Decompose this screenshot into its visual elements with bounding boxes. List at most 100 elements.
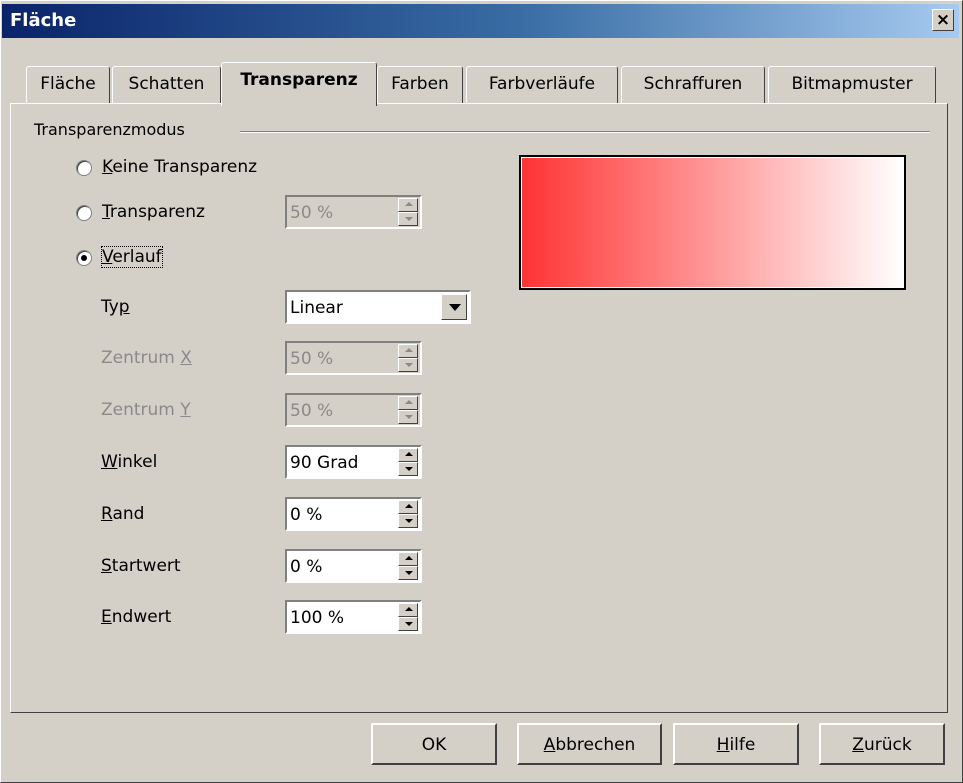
- accesskey: W: [101, 452, 118, 472]
- button-label: OK: [421, 735, 447, 755]
- tab-schatten[interactable]: Schatten: [112, 66, 221, 103]
- field-value: 100 %: [290, 608, 345, 628]
- tab-schraffuren[interactable]: Schraffuren: [621, 66, 765, 103]
- accesskey: Y: [180, 400, 191, 420]
- accesskey: V: [102, 247, 113, 267]
- tab-label: Bitmapmuster: [791, 74, 913, 94]
- help-button[interactable]: Hilfe: [673, 723, 799, 765]
- label-text: ndwert: [111, 607, 172, 627]
- transparency-spinfield[interactable]: 50 %: [285, 195, 422, 229]
- dropdown-button[interactable]: [441, 294, 467, 320]
- close-button[interactable]: ×: [932, 9, 954, 31]
- accesskey: E: [101, 607, 112, 627]
- type-select[interactable]: Linear: [285, 290, 471, 324]
- close-icon: ×: [935, 10, 951, 30]
- center-y-label: Zentrum Y: [101, 400, 191, 420]
- spin-down-icon: [405, 363, 413, 367]
- spin-down-icon: [405, 467, 413, 471]
- button-label: urück: [863, 735, 912, 755]
- radio-gradient-label[interactable]: Verlauf: [101, 246, 163, 268]
- dialog-title: Fläche: [10, 10, 77, 31]
- tab-transparenz[interactable]: Transparenz: [221, 62, 377, 106]
- start-value-label: Startwert: [101, 556, 181, 576]
- center-x-label: Zentrum X: [101, 348, 192, 368]
- radio-no-transparency[interactable]: [76, 160, 92, 176]
- label-text: Zentrum: [101, 400, 181, 420]
- field-value: 50 %: [290, 401, 334, 421]
- tab-label: Fläche: [40, 74, 96, 94]
- border-spinfield[interactable]: 0 %: [285, 497, 422, 531]
- reset-button[interactable]: Zurück: [819, 723, 945, 765]
- border-label: Rand: [101, 504, 144, 524]
- angle-spinfield[interactable]: 90 Grad: [285, 445, 422, 479]
- accesskey: Z: [852, 735, 864, 755]
- angle-label: Winkel: [101, 452, 157, 472]
- tab-label: Transparenz: [240, 70, 358, 90]
- spin-down-icon: [405, 519, 413, 523]
- tab-label: Schraffuren: [643, 74, 743, 94]
- tab-label: Farbverläufe: [488, 74, 596, 94]
- spin-down-icon: [405, 622, 413, 626]
- accesskey: T: [102, 202, 110, 222]
- spin-up-icon: [405, 348, 413, 352]
- label-text: tartwert: [111, 556, 181, 576]
- spin-buttons[interactable]: [398, 198, 418, 226]
- accesskey: H: [716, 735, 730, 755]
- radio-no-transparency-label[interactable]: Keine Transparenz: [102, 157, 257, 177]
- spin-down-icon: [405, 571, 413, 575]
- spin-buttons[interactable]: [398, 396, 418, 424]
- group-separator: [240, 131, 930, 133]
- button-label: bbrechen: [555, 735, 636, 755]
- tab-flaeche[interactable]: Fläche: [26, 66, 110, 103]
- tab-label: Farben: [391, 74, 449, 94]
- accesskey: R: [101, 504, 113, 524]
- gradient-preview-fill: [522, 158, 903, 287]
- accesskey: S: [101, 556, 112, 576]
- accesskey: K: [102, 157, 113, 177]
- spin-up-icon: [405, 452, 413, 456]
- spin-buttons[interactable]: [398, 603, 418, 631]
- end-value-spinfield[interactable]: 100 %: [285, 600, 422, 634]
- center-x-spinfield[interactable]: 50 %: [285, 341, 422, 375]
- spin-buttons[interactable]: [398, 344, 418, 372]
- spin-up-icon: [405, 556, 413, 560]
- tab-bitmapmuster[interactable]: Bitmapmuster: [768, 66, 936, 103]
- spin-up-icon: [405, 400, 413, 404]
- radio-transparency[interactable]: [76, 205, 92, 221]
- title-bar[interactable]: Fläche ×: [2, 4, 959, 38]
- tab-farbverlaeufe[interactable]: Farbverläufe: [466, 66, 618, 103]
- label-text: inkel: [117, 452, 158, 472]
- button-label: ilfe: [729, 735, 756, 755]
- end-value-label: Endwert: [101, 607, 171, 627]
- label-text: Ty: [101, 297, 119, 317]
- transparency-mode-group-label: Transparenzmodus: [34, 120, 185, 139]
- spin-up-icon: [405, 202, 413, 206]
- ok-button[interactable]: OK: [371, 723, 497, 765]
- field-value: 50 %: [290, 203, 334, 223]
- tab-label: Schatten: [128, 74, 205, 94]
- select-value: Linear: [290, 298, 343, 318]
- center-y-spinfield[interactable]: 50 %: [285, 393, 422, 427]
- accesskey: X: [180, 348, 192, 368]
- radio-gradient[interactable]: [76, 250, 92, 266]
- spin-down-icon: [405, 415, 413, 419]
- field-value: 50 %: [290, 349, 334, 369]
- field-value: 0 %: [290, 557, 323, 577]
- chevron-down-icon: [449, 304, 461, 311]
- label-text: eine Transparenz: [112, 157, 258, 177]
- cancel-button[interactable]: Abbrechen: [517, 723, 662, 765]
- spin-buttons[interactable]: [398, 448, 418, 476]
- accesskey: A: [543, 735, 556, 755]
- spin-down-icon: [405, 217, 413, 221]
- label-text: ransparenz: [109, 202, 205, 222]
- label-text: and: [112, 504, 145, 524]
- start-value-spinfield[interactable]: 0 %: [285, 549, 422, 583]
- radio-transparency-label[interactable]: Transparenz: [102, 202, 205, 222]
- accesskey: p: [118, 297, 130, 317]
- spin-buttons[interactable]: [398, 500, 418, 528]
- label-text: erlauf: [112, 247, 162, 267]
- tab-farben[interactable]: Farben: [377, 66, 463, 103]
- transparency-preview: [519, 155, 906, 290]
- type-label: Typ: [101, 297, 130, 317]
- spin-buttons[interactable]: [398, 552, 418, 580]
